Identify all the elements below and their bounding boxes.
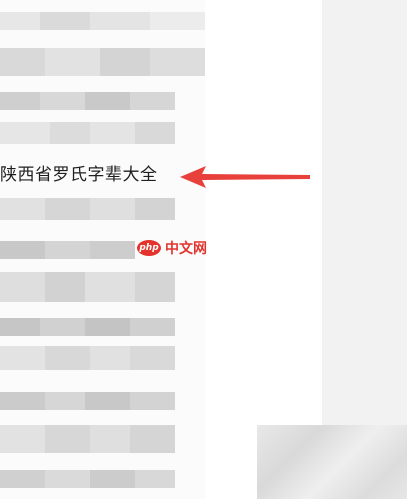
blurred-list-row xyxy=(0,92,175,110)
blurred-list-row xyxy=(0,12,205,30)
highlighted-list-item[interactable]: 陕西省罗氏字辈大全 xyxy=(0,162,158,188)
blurred-list-row xyxy=(0,346,175,370)
blurred-list-row xyxy=(0,425,175,453)
blurred-list-row xyxy=(0,48,205,76)
screenshot-content-area: 陕西省罗氏字辈大全 php 中文网 xyxy=(0,0,407,499)
blurred-list-row xyxy=(0,318,175,336)
php-logo: php xyxy=(137,240,161,256)
blurred-image-corner xyxy=(257,425,407,499)
watermark-text: 中文网 xyxy=(165,241,207,257)
blurred-list-row xyxy=(0,392,175,410)
left-arrow-icon xyxy=(180,166,310,188)
blurred-list-row xyxy=(0,122,175,144)
blurred-list-row xyxy=(0,470,175,488)
site-watermark: php 中文网 xyxy=(137,238,207,258)
blurred-list-row xyxy=(0,198,175,220)
blurred-list-row xyxy=(0,272,175,302)
blurred-list-row xyxy=(0,241,135,259)
